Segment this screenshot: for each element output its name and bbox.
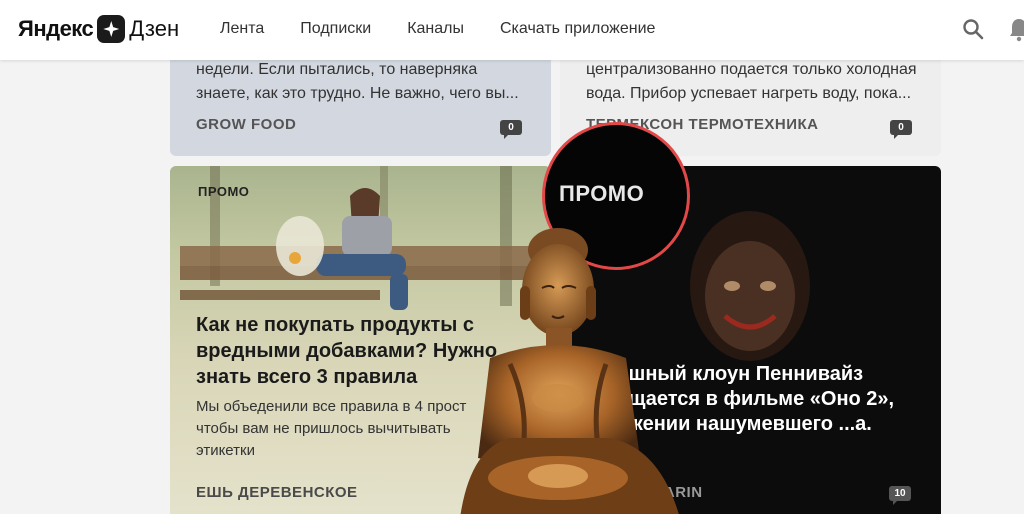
comments-count-badge[interactable]: 0 xyxy=(890,120,912,139)
buddha-statue-image xyxy=(460,228,679,514)
comments-count-badge[interactable]: 10 xyxy=(889,486,911,505)
search-icon[interactable] xyxy=(962,18,984,40)
card-snippet-line: недели. Если пытались, то наверняка xyxy=(196,61,478,78)
card-source[interactable]: ЕШЬ ДЕРЕВЕНСКОЕ xyxy=(196,484,358,501)
card-snippet: централизованно подается только холодная… xyxy=(586,58,916,106)
nav-download-app[interactable]: Скачать приложение xyxy=(500,20,655,38)
card-snippet-line: знаете, как это трудно. Не важно, чего в… xyxy=(196,85,519,102)
zen-star-icon xyxy=(97,15,126,43)
main-nav: Лента Подписки Каналы Скачать приложение xyxy=(220,20,655,38)
comments-count-badge[interactable]: 0 xyxy=(500,120,522,139)
logo-yandex-text: Яндекс xyxy=(18,16,94,41)
nav-subscriptions[interactable]: Подписки xyxy=(300,20,371,38)
highlight-promo-label: ПРОМО xyxy=(559,181,645,206)
bell-icon[interactable] xyxy=(1008,16,1024,42)
card-source[interactable]: GROW FOOD xyxy=(196,116,296,133)
top-header: Яндекс Дзен Лента Подписки Каналы Скачат… xyxy=(0,0,1024,60)
article-card-grow-food[interactable]: недели. Если пытались, то наверняка знае… xyxy=(170,56,551,156)
card-snippet-line: вода. Прибор успевает нагреть воду, пока… xyxy=(586,85,912,102)
logo-zen-text: Дзен xyxy=(129,16,180,41)
promo-tag: ПРОМО xyxy=(198,184,250,199)
card-snippet-line: централизованно подается только холодная xyxy=(586,61,916,78)
nav-channels[interactable]: Каналы xyxy=(407,20,464,38)
yandex-zen-logo[interactable]: Яндекс Дзен xyxy=(18,14,179,44)
nav-feed[interactable]: Лента xyxy=(220,20,264,38)
card-snippet: недели. Если пытались, то наверняка знае… xyxy=(196,58,526,106)
